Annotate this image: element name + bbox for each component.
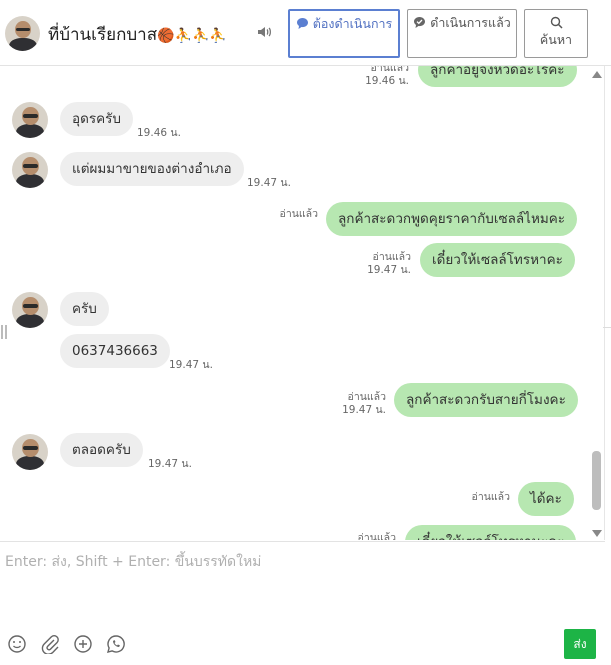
- done-button[interactable]: ดำเนินการแล้ว: [407, 9, 517, 58]
- message-time: 19.47 น.: [247, 177, 291, 189]
- paperclip-icon[interactable]: [40, 634, 60, 654]
- panel-divider: [603, 327, 611, 328]
- scroll-up-arrow-icon[interactable]: [592, 71, 602, 78]
- message-bubble-outgoing[interactable]: เดี๋ยวให้เซลล์โทรหานะคะ: [405, 525, 577, 540]
- search-button-label: ค้นหา: [539, 32, 573, 47]
- search-button[interactable]: ค้นหา: [524, 9, 588, 58]
- message-bubble-incoming[interactable]: 0637436663: [60, 334, 170, 368]
- message-bubble-outgoing[interactable]: ลูกค้าสะดวกพูดคุยราคากับเซลล์ไหมคะ: [326, 202, 578, 236]
- chat-divider: [604, 66, 605, 540]
- message-read-status: อ่านแล้ว: [357, 532, 396, 540]
- message-bubble-incoming[interactable]: แต่ผมมาขายของต่างอำเภอ: [60, 152, 244, 186]
- message-time: 19.46 น.: [137, 127, 181, 139]
- message-bubble-outgoing[interactable]: ได้คะ: [518, 482, 574, 516]
- search-icon: [550, 16, 563, 29]
- add-circle-icon[interactable]: [73, 634, 93, 654]
- scroll-down-arrow-icon[interactable]: [592, 530, 602, 537]
- message-time: 19.47 น.: [169, 359, 213, 371]
- message-read-status: อ่านแล้ว: [370, 66, 409, 74]
- message-bubble-outgoing[interactable]: ลูกค้าสะดวกรับสายกี่โมงคะ: [394, 383, 578, 417]
- message-list[interactable]: อ่านแล้ว 19.46 น. ลูกค้าอยู่จังหวัดอะไรค…: [0, 66, 604, 540]
- message-read-status: อ่านแล้ว: [347, 391, 386, 403]
- message-avatar: [12, 434, 48, 470]
- message-input[interactable]: Enter: ส่ง, Shift + Enter: ขึ้นบรรทัดใหม…: [5, 551, 261, 573]
- message-avatar: [12, 102, 48, 138]
- speaker-icon[interactable]: [256, 24, 272, 40]
- todo-button-label: ต้องดำเนินการ: [312, 16, 393, 31]
- contact-name-emoji: 🏀⛹⛹⛹: [157, 28, 227, 44]
- send-button[interactable]: ส่ง: [564, 629, 596, 659]
- contact-avatar[interactable]: [5, 16, 40, 51]
- message-read-status: อ่านแล้ว: [279, 208, 318, 220]
- message-bubble-incoming[interactable]: ตลอดครับ: [60, 433, 143, 467]
- check-bubble-icon: [414, 17, 426, 28]
- message-bubble-incoming[interactable]: อุดรครับ: [60, 102, 133, 136]
- message-bubble-outgoing[interactable]: เดี๋ยวให้เซลล์โทรหาคะ: [420, 243, 575, 277]
- todo-button[interactable]: ต้องดำเนินการ: [288, 9, 400, 58]
- message-read-status: อ่านแล้ว: [471, 491, 510, 503]
- chat-bubble-icon: [296, 18, 308, 29]
- message-bubble-outgoing[interactable]: ลูกค้าอยู่จังหวัดอะไรคะ: [418, 66, 577, 87]
- message-bubble-incoming[interactable]: ครับ: [60, 292, 109, 326]
- whatsapp-icon[interactable]: [106, 634, 126, 654]
- scrollbar-thumb[interactable]: [592, 451, 601, 510]
- message-time: 19.47 น.: [148, 458, 192, 470]
- resize-handle[interactable]: [1, 325, 7, 339]
- contact-name-text: ที่บ้านเรียกบาส: [48, 25, 158, 45]
- message-read-status: อ่านแล้ว: [372, 251, 411, 263]
- message-time: 19.47 น.: [367, 264, 411, 276]
- message-avatar: [12, 292, 48, 328]
- contact-name: ที่บ้านเรียกบาส🏀⛹⛹⛹: [48, 21, 227, 48]
- message-time: 19.46 น.: [365, 75, 409, 87]
- message-avatar: [12, 152, 48, 188]
- emoji-icon[interactable]: [7, 634, 27, 654]
- done-button-label: ดำเนินการแล้ว: [430, 15, 511, 30]
- message-time: 19.47 น.: [342, 404, 386, 416]
